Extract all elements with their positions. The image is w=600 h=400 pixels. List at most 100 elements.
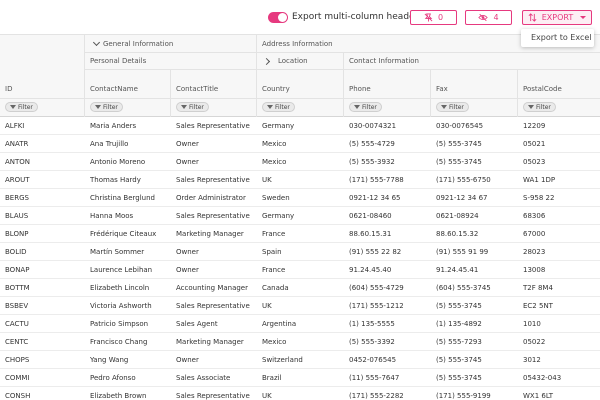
cell-country: Switzerland — [262, 356, 303, 364]
filter-label: Filter — [536, 103, 551, 111]
eye-off-icon — [478, 13, 489, 22]
cell-fax: (5) 555-3745 — [436, 356, 482, 364]
filter-button-fax[interactable]: Filter — [436, 102, 469, 112]
cell-postal-code: WX1 6LT — [523, 392, 554, 400]
cell-fax: (5) 555-3745 — [436, 140, 482, 148]
hidden-count: 4 — [493, 13, 499, 22]
column-header-id[interactable]: ID — [5, 85, 12, 93]
cell-country: Brazil — [262, 374, 282, 382]
export-label: EXPORT — [541, 13, 574, 22]
cell-country: Canada — [262, 284, 289, 292]
cell-postal-code: 1010 — [523, 320, 541, 328]
filter-button-postal-code[interactable]: Filter — [523, 102, 556, 112]
table-row[interactable]: BOLID Martín Sommer Owner Spain (91) 555 22 … — [0, 243, 600, 261]
table-row[interactable]: AROUT Thomas Hardy Sales Representative UK (… — [0, 171, 600, 189]
cell-id: ANATR — [5, 140, 29, 148]
column-header-country[interactable]: Country — [262, 85, 290, 93]
cell-id: BERGS — [5, 194, 29, 202]
table-row[interactable]: ALFKI Maria Anders Sales Representative Ger… — [0, 117, 600, 135]
cell-phone: (171) 555-7788 — [349, 176, 404, 184]
cell-phone: 030-0074321 — [349, 122, 397, 130]
group-header-location-label: Location — [278, 57, 308, 65]
filter-button-contact-name[interactable]: Filter — [90, 102, 123, 112]
filter-button-id[interactable]: Filter — [5, 102, 38, 112]
cell-postal-code: 68306 — [523, 212, 546, 220]
group-header-personal: Personal Details — [90, 57, 146, 65]
filter-label: Filter — [103, 103, 118, 111]
group-header-general[interactable]: General Information — [92, 38, 173, 48]
cell-postal-code: 05023 — [523, 158, 546, 166]
cell-phone: (171) 555-2282 — [349, 392, 404, 400]
cell-phone: (91) 555 22 82 — [349, 248, 402, 256]
cell-fax: (5) 555-3745 — [436, 158, 482, 166]
column-header-phone[interactable]: Phone — [349, 85, 371, 93]
table-row[interactable]: BLAUS Hanna Moos Sales Representative Germa… — [0, 207, 600, 225]
cell-fax: (604) 555-3745 — [436, 284, 491, 292]
cell-contact-name: Elizabeth Brown — [90, 392, 147, 400]
chevron-down-icon[interactable] — [92, 38, 101, 47]
cell-country: UK — [262, 176, 272, 184]
table-row[interactable]: ANTON Antonio Moreno Owner Mexico (5) 555-39… — [0, 153, 600, 171]
table-row[interactable]: CACTU Patricio Simpson Sales Agent Argentin… — [0, 315, 600, 333]
group-header-location[interactable]: Location — [262, 57, 308, 65]
pinned-columns-button[interactable]: 0 — [410, 10, 457, 25]
table-row[interactable]: COMMI Pedro Afonso Sales Associate Brazil (1… — [0, 369, 600, 387]
table-row[interactable]: BONAP Laurence Lebihan Owner France 91.24.45… — [0, 261, 600, 279]
cell-country: UK — [262, 302, 272, 310]
cell-contact-name: Frédérique Citeaux — [90, 230, 157, 238]
cell-phone: 88.60.15.31 — [349, 230, 392, 238]
column-divider — [517, 69, 518, 117]
cell-fax: (5) 555-3745 — [436, 374, 482, 382]
table-row[interactable]: BOTTM Elizabeth Lincoln Accounting Manager… — [0, 279, 600, 297]
column-header-contact-name[interactable]: ContactName — [90, 85, 138, 93]
table-row[interactable]: BLONP Frédérique Citeaux Marketing Manager… — [0, 225, 600, 243]
cell-contact-title: Sales Associate — [176, 374, 231, 382]
table-row[interactable]: BSBEV Victoria Ashworth Sales Representati… — [0, 297, 600, 315]
cell-country: UK — [262, 392, 272, 400]
cell-contact-title: Owner — [176, 158, 199, 166]
cell-fax: (1) 135-4892 — [436, 320, 482, 328]
cell-contact-title: Marketing Manager — [176, 230, 244, 238]
export-multi-column-headers-toggle[interactable] — [268, 12, 288, 23]
cell-contact-title: Sales Agent — [176, 320, 218, 328]
cell-phone: 0452-076545 — [349, 356, 397, 364]
filter-button-phone[interactable]: Filter — [349, 102, 382, 112]
table-row[interactable]: ANATR Ana Trujillo Owner Mexico (5) 555-4729… — [0, 135, 600, 153]
cell-postal-code: 05432-043 — [523, 374, 562, 382]
filter-button-contact-title[interactable]: Filter — [176, 102, 209, 112]
hidden-columns-button[interactable]: 4 — [465, 10, 512, 25]
cell-contact-name: Christina Berglund — [90, 194, 156, 202]
cell-postal-code: 12209 — [523, 122, 546, 130]
filter-label: Filter — [449, 103, 464, 111]
cell-contact-title: Owner — [176, 356, 199, 364]
chevron-right-icon[interactable] — [262, 57, 271, 65]
cell-phone: (1) 135-5555 — [349, 320, 395, 328]
cell-contact-name: Francisco Chang — [90, 338, 148, 346]
cell-id: CHOPS — [5, 356, 30, 364]
export-button[interactable]: EXPORT — [522, 10, 592, 25]
cell-postal-code: 13008 — [523, 266, 546, 274]
table-row[interactable]: CHOPS Yang Wang Owner Switzerland 0452-07654… — [0, 351, 600, 369]
table-row[interactable]: BERGS Christina Berglund Order Administrat… — [0, 189, 600, 207]
export-to-excel-menu-item[interactable]: Export to Excel — [531, 33, 592, 42]
cell-fax: (171) 555-9199 — [436, 392, 491, 400]
column-header-postal-code[interactable]: PostalCode — [523, 85, 562, 93]
cell-postal-code: S-958 22 — [523, 194, 555, 202]
filter-icon — [528, 105, 534, 109]
cell-contact-name: Laurence Lebihan — [90, 266, 153, 274]
cell-id: CACTU — [5, 320, 29, 328]
cell-country: Germany — [262, 122, 295, 130]
pinned-count: 0 — [437, 13, 444, 22]
cell-postal-code: 05022 — [523, 338, 546, 346]
column-header-fax[interactable]: Fax — [436, 85, 448, 93]
caret-down-icon — [580, 16, 587, 19]
column-header-contact-title[interactable]: ContactTitle — [176, 85, 218, 93]
filter-button-country[interactable]: Filter — [262, 102, 295, 112]
cell-postal-code: EC2 5NT — [523, 302, 553, 310]
cell-contact-name: Maria Anders — [90, 122, 137, 130]
cell-postal-code: 67000 — [523, 230, 546, 238]
table-row[interactable]: CENTC Francisco Chang Marketing Manager Mex… — [0, 333, 600, 351]
table-row[interactable]: CONSH Elizabeth Brown Sales Representative… — [0, 387, 600, 400]
cell-contact-name: Pedro Afonso — [90, 374, 136, 382]
cell-country: Spain — [262, 248, 282, 256]
